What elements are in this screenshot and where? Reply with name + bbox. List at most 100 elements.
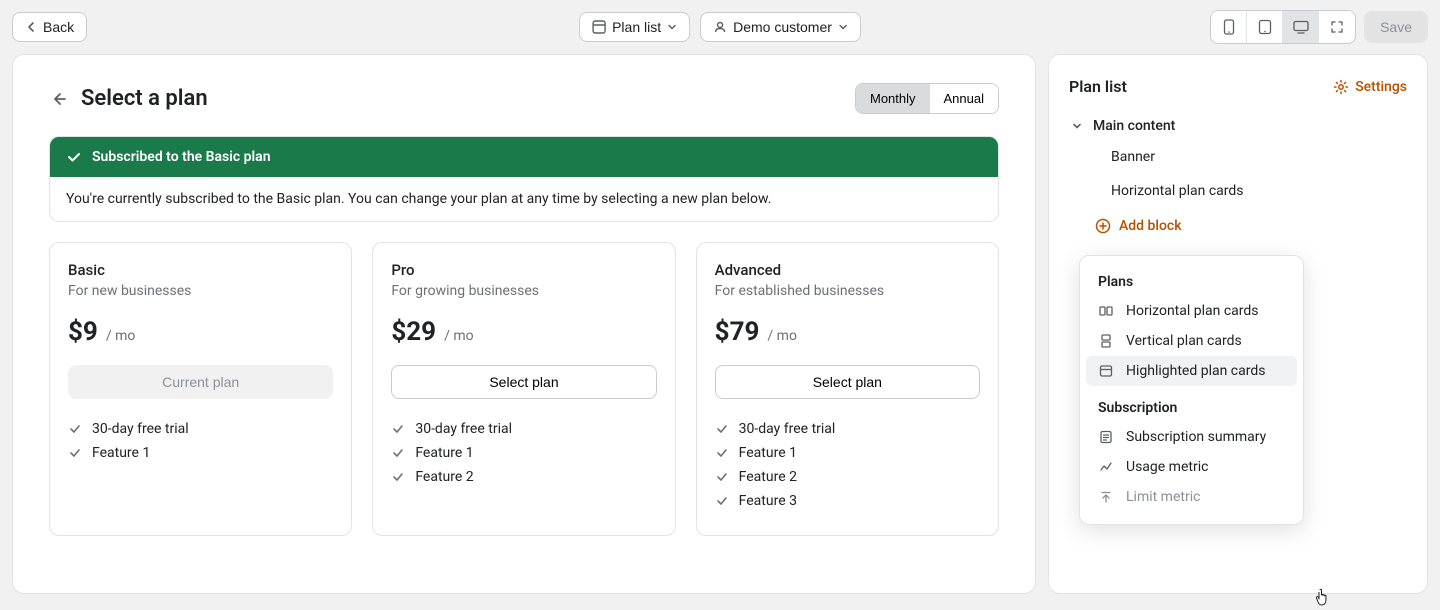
gear-icon [1333, 79, 1349, 95]
page-title: Select a plan [81, 86, 208, 111]
banner-body: You're currently subscribed to the Basic… [50, 177, 998, 221]
popover-item-horizontal-plan-cards[interactable]: Horizontal plan cards [1086, 296, 1297, 326]
plan-name: Advanced [715, 261, 980, 279]
feature-item: 30-day free trial [715, 417, 980, 441]
popover-item-usage-metric[interactable]: Usage metric [1086, 452, 1297, 482]
feature-list: 30-day free trial Feature 1 Feature 2 Featu… [715, 417, 980, 513]
feature-item: Feature 3 [715, 489, 980, 513]
back-button[interactable]: Back [12, 12, 87, 42]
back-label: Back [43, 19, 74, 35]
desktop-icon [1293, 20, 1309, 34]
plan-description: For new businesses [68, 283, 333, 299]
settings-label: Settings [1355, 79, 1407, 95]
popover-item-vertical-plan-cards[interactable]: Vertical plan cards [1086, 326, 1297, 356]
sidebar-title: Plan list [1069, 77, 1127, 96]
summary-icon [1098, 429, 1114, 445]
feature-text: Feature 1 [739, 445, 797, 461]
usage-icon [1098, 459, 1114, 475]
check-icon [66, 149, 82, 165]
chevron-down-icon [1071, 120, 1083, 132]
popover-item-label: Vertical plan cards [1126, 333, 1242, 349]
plan-card: AdvancedFor established businesses$79/ m… [696, 242, 999, 536]
limit-icon [1098, 489, 1114, 505]
sidebar-block-item[interactable]: Banner [1099, 140, 1407, 174]
device-mobile-button[interactable] [1211, 11, 1247, 43]
toggle-monthly[interactable]: Monthly [856, 84, 930, 113]
plan-list-label: Plan list [612, 19, 661, 35]
check-icon [391, 470, 405, 484]
toggle-annual[interactable]: Annual [930, 84, 998, 113]
popover-item-label: Limit metric [1126, 489, 1200, 505]
feature-item: 30-day free trial [391, 417, 656, 441]
feature-text: Feature 1 [92, 445, 150, 461]
main-content-accordion[interactable]: Main content [1071, 112, 1407, 140]
feature-text: 30-day free trial [92, 421, 189, 437]
cursor-icon [1315, 588, 1331, 606]
tablet-icon [1258, 19, 1272, 35]
mobile-icon [1223, 19, 1235, 35]
plan-name: Basic [68, 261, 333, 279]
check-icon [391, 422, 405, 436]
plan-card: ProFor growing businesses$29/ moSelect p… [372, 242, 675, 536]
popover-item-label: Subscription summary [1126, 429, 1266, 445]
fullscreen-icon [1330, 20, 1344, 34]
billing-toggle: Monthly Annual [855, 83, 999, 114]
add-block-popover: Plans Horizontal plan cards Vertical pla… [1079, 255, 1304, 525]
plan-grid: Basic For new businesses $9 / mo Current pla… [49, 242, 999, 536]
plan-period: / mo [106, 328, 136, 344]
save-label: Save [1380, 19, 1412, 35]
plus-circle-icon [1095, 218, 1111, 234]
popover-item-label: Horizontal plan cards [1126, 303, 1259, 319]
feature-item: Feature 2 [391, 465, 656, 489]
feature-text: Feature 2 [415, 469, 473, 485]
user-icon [713, 20, 727, 34]
save-button[interactable]: Save [1364, 11, 1428, 43]
arrow-left-icon[interactable] [49, 90, 67, 108]
check-icon [715, 446, 729, 460]
vertical-cards-icon [1098, 333, 1114, 349]
popover-item-subscription-summary[interactable]: Subscription summary [1086, 422, 1297, 452]
check-icon [68, 446, 82, 460]
plan-description: For established businesses [715, 283, 980, 299]
device-desktop-button[interactable] [1283, 11, 1319, 43]
plan-card: Basic For new businesses $9 / mo Current pla… [49, 242, 352, 536]
feature-text: 30-day free trial [739, 421, 836, 437]
current-plan-button: Current plan [68, 365, 333, 399]
popover-plans-label: Plans [1086, 268, 1297, 296]
popover-item-highlighted-plan-cards[interactable]: Highlighted plan cards [1086, 356, 1297, 386]
feature-item: Feature 1 [391, 441, 656, 465]
plan-period: / mo [444, 328, 474, 344]
check-icon [715, 470, 729, 484]
settings-link[interactable]: Settings [1333, 79, 1407, 95]
feature-item: 30-day free trial [68, 417, 333, 441]
device-preview-group [1210, 10, 1356, 44]
chevron-down-icon [667, 22, 677, 32]
popover-subscription-label: Subscription [1086, 394, 1297, 422]
feature-list: 30-day free trial Feature 1 [68, 417, 333, 465]
feature-item: Feature 2 [715, 465, 980, 489]
demo-customer-dropdown[interactable]: Demo customer [700, 12, 861, 42]
highlighted-cards-icon [1098, 363, 1114, 379]
select-plan-button[interactable]: Select plan [391, 365, 656, 399]
feature-text: Feature 1 [415, 445, 473, 461]
horizontal-cards-icon [1098, 303, 1114, 319]
plan-price: $9 [68, 317, 98, 347]
device-tablet-button[interactable] [1247, 11, 1283, 43]
popover-item-label: Highlighted plan cards [1126, 363, 1265, 379]
popover-item-limit-metric: Limit metric [1086, 482, 1297, 512]
chevron-left-icon [25, 21, 37, 33]
add-block-button[interactable]: Add block [1071, 208, 1407, 234]
plan-list-dropdown[interactable]: Plan list [579, 12, 690, 42]
layout-icon [592, 20, 606, 34]
feature-list: 30-day free trial Feature 1 Feature 2 [391, 417, 656, 489]
editor-sidebar: Plan list Settings Main content BannerHo… [1048, 54, 1428, 594]
sidebar-block-item[interactable]: Horizontal plan cards [1099, 174, 1407, 208]
check-icon [68, 422, 82, 436]
popover-item-label: Usage metric [1126, 459, 1208, 475]
device-fullscreen-button[interactable] [1319, 11, 1355, 43]
main-content-label: Main content [1093, 118, 1175, 134]
select-plan-button[interactable]: Select plan [715, 365, 980, 399]
feature-text: Feature 3 [739, 493, 797, 509]
feature-item: Feature 1 [68, 441, 333, 465]
demo-customer-label: Demo customer [733, 19, 832, 35]
